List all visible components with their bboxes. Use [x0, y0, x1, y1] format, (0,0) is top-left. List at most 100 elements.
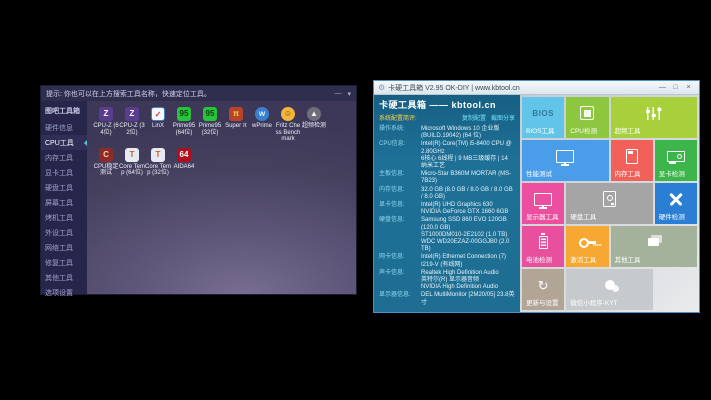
tool-shortcut[interactable]: T Core Temp (32位)	[145, 148, 171, 177]
tool-label: wPrime	[249, 123, 275, 130]
info-field-label: 显卡信息:	[379, 202, 421, 216]
titlebar[interactable]: ⚙ 卡硬工具箱 V2.95 OK-DIY | www.kbtool.cn — □…	[374, 81, 699, 95]
tile-tools[interactable]: 硬件检测	[655, 183, 697, 224]
window-title: 卡硬工具箱 V2.95 OK-DIY | www.kbtool.cn	[388, 83, 520, 93]
info-field-value: DEL MultiMonitor [2M20/05] 23.8英寸	[421, 292, 515, 306]
copy-config-link[interactable]: 复制配置	[462, 113, 486, 122]
sidebar-item[interactable]: 修复工具	[41, 255, 87, 270]
tool-app-icon: ▲	[307, 107, 321, 121]
tile-monitor[interactable]: 性能测试	[522, 140, 609, 181]
tool-shortcut[interactable]: 64 AIDA64	[171, 148, 197, 177]
sidebar-item[interactable]: 其他工具	[41, 270, 87, 285]
sidebar-item[interactable]: 烤机工具	[41, 210, 87, 225]
tile-label: 硬件检测	[659, 211, 685, 221]
battery-icon	[522, 231, 564, 253]
hint-bar: 提示: 你也可以在上方搜索工具名称，快速定位工具。 — ▾	[41, 86, 356, 101]
category-sidebar: 图吧工具箱 硬件信息CPU工具内存工具显卡工具硬盘工具屏幕工具烤机工具外设工具网…	[41, 101, 87, 294]
sidebar-item[interactable]: CPU工具	[41, 135, 87, 150]
hdd-icon	[566, 188, 653, 210]
refresh-icon: ↻	[522, 274, 564, 296]
wechat-icon	[566, 274, 653, 296]
tool-app-icon: 64	[177, 148, 191, 162]
tile-chip[interactable]: CPU检测	[566, 97, 608, 138]
tool-shortcut[interactable]: CCPU稳定测试	[93, 148, 119, 177]
tile-monitor[interactable]: 显示器工具	[522, 183, 564, 224]
info-field-row: 主板信息:Micro-Star B360M MORTAR (MS-7B23)	[379, 171, 515, 185]
tool-shortcut[interactable]: 95Prime95 (64位)	[171, 107, 197, 143]
tool-shortcut[interactable]: TCore Temp (64位)	[119, 148, 145, 177]
tile-battery[interactable]: 电池检测	[522, 226, 564, 267]
tool-shortcut[interactable]: ZCPU-Z (32位)	[119, 107, 145, 143]
tool-shortcut[interactable]: 95Prime95 (32位)	[197, 107, 223, 143]
tile-label: 超频工具	[615, 125, 641, 135]
sidebar-item[interactable]: 显卡工具	[41, 165, 87, 180]
app-icon: ⚙	[378, 83, 385, 92]
info-field-row: 硬盘信息:Samsung SSD 860 EVO 120GB (120.0 GB…	[379, 217, 515, 253]
tile-wechat[interactable]: 微信小程序-KYT	[566, 269, 653, 310]
tool-label: 超频检测	[301, 123, 327, 130]
tile-files[interactable]: 其他工具	[611, 226, 698, 267]
tool-app-icon: T	[151, 148, 165, 162]
chip-icon	[566, 102, 608, 124]
tool-label: Core Temp (32位)	[145, 164, 171, 177]
tile-hdd[interactable]: 硬盘工具	[566, 183, 653, 224]
tile-label: 硬盘工具	[570, 211, 596, 221]
share-screenshot-link[interactable]: 截图分享	[491, 113, 515, 122]
tile-label: 电池检测	[526, 254, 552, 264]
tool-app-icon: w	[255, 107, 269, 121]
tool-shortcut[interactable]: ▲ 超频检测	[301, 107, 327, 143]
sidebar-item[interactable]: 硬盘工具	[41, 180, 87, 195]
sidebar-item[interactable]: 内存工具	[41, 150, 87, 165]
tool-label: AIDA64	[171, 164, 197, 171]
tool-app-icon: ☺	[281, 107, 295, 121]
info-fields: 操作系统:Microsoft Windows 10 企业版 (BUILD.190…	[379, 126, 515, 307]
info-field-value: Realtek High Definition Audio英特尔(R) 显示器音…	[421, 270, 515, 292]
minimize-button[interactable]: —	[656, 84, 669, 91]
tile-label: CPU检测	[570, 125, 597, 135]
tile-label: 激活工具	[570, 254, 596, 264]
tile-key[interactable]: 激活工具	[566, 226, 608, 267]
tool-app-icon: ✓	[151, 107, 165, 121]
tool-app-icon: π	[229, 107, 243, 121]
chevron-down-icon[interactable]: ▾	[347, 90, 351, 98]
kaying-toolbox-window: ⚙ 卡硬工具箱 V2.95 OK-DIY | www.kbtool.cn — □…	[373, 80, 700, 313]
sidebar-item[interactable]: 硬件信息	[41, 120, 87, 135]
sliders-icon	[611, 102, 698, 124]
minimize-icon[interactable]: —	[334, 90, 341, 97]
sidebar-item[interactable]: 屏幕工具	[41, 195, 87, 210]
info-field-label: 硬盘信息:	[379, 217, 421, 253]
info-field-label: 声卡信息:	[379, 270, 421, 292]
info-field-row: 声卡信息:Realtek High Definition Audio英特尔(R)…	[379, 270, 515, 292]
close-button[interactable]: ×	[682, 84, 695, 91]
tile-label: 显卡检测	[659, 168, 685, 178]
tool-shortcut[interactable]: ✓LinX	[145, 107, 171, 143]
tool-shortcut[interactable]: ☺Fritz Chess Benchmark	[275, 107, 301, 143]
info-field-value: Micro-Star B360M MORTAR (MS-7B23)	[421, 171, 515, 185]
info-field-value: Intel(R) UHD Graphics 630NVIDIA GeForce …	[421, 202, 515, 216]
sidebar-item[interactable]: 选项设置	[41, 285, 87, 300]
sidebar-item[interactable]: 外设工具	[41, 225, 87, 240]
tool-shortcut[interactable]: π Super π	[223, 107, 249, 143]
sidebar-list: 硬件信息CPU工具内存工具显卡工具硬盘工具屏幕工具烤机工具外设工具网络工具修复工…	[41, 120, 87, 300]
tile-bios[interactable]: BIOSBIOS工具	[522, 97, 564, 138]
tool-app-icon: Z	[99, 107, 113, 121]
tile-gpu[interactable]: 显卡检测	[655, 140, 697, 181]
tool-app-icon: T	[125, 148, 139, 162]
left-window-body: 图吧工具箱 硬件信息CPU工具内存工具显卡工具硬盘工具屏幕工具烤机工具外设工具网…	[41, 101, 356, 294]
info-field-row: 显示器信息:DEL MultiMonitor [2M20/05] 23.8英寸	[379, 292, 515, 306]
tile-label: 显示器工具	[526, 211, 559, 221]
info-field-label: CPU信息:	[379, 141, 421, 170]
tool-shortcut[interactable]: w wPrime	[249, 107, 275, 143]
tool-app-icon: Z	[125, 107, 139, 121]
tuba-toolbox-window: 提示: 你也可以在上方搜索工具名称，快速定位工具。 — ▾ 图吧工具箱 硬件信息…	[40, 85, 357, 295]
tile-ssd[interactable]: 内存工具	[611, 140, 653, 181]
tool-label: Super π	[223, 123, 249, 130]
maximize-button[interactable]: □	[669, 84, 682, 91]
tile-refresh[interactable]: ↻更新与设置	[522, 269, 564, 310]
tile-sliders[interactable]: 超频工具	[611, 97, 698, 138]
ssd-icon	[611, 145, 653, 167]
info-field-value: Samsung SSD 860 EVO 120GB (120.0 GB)ST10…	[421, 217, 515, 253]
sidebar-item[interactable]: 网络工具	[41, 240, 87, 255]
tool-shortcut[interactable]: ZCPU-Z (64位)	[93, 107, 119, 143]
info-field-row: 网卡信息:Intel(R) Ethernet Connection (7) I2…	[379, 254, 515, 268]
